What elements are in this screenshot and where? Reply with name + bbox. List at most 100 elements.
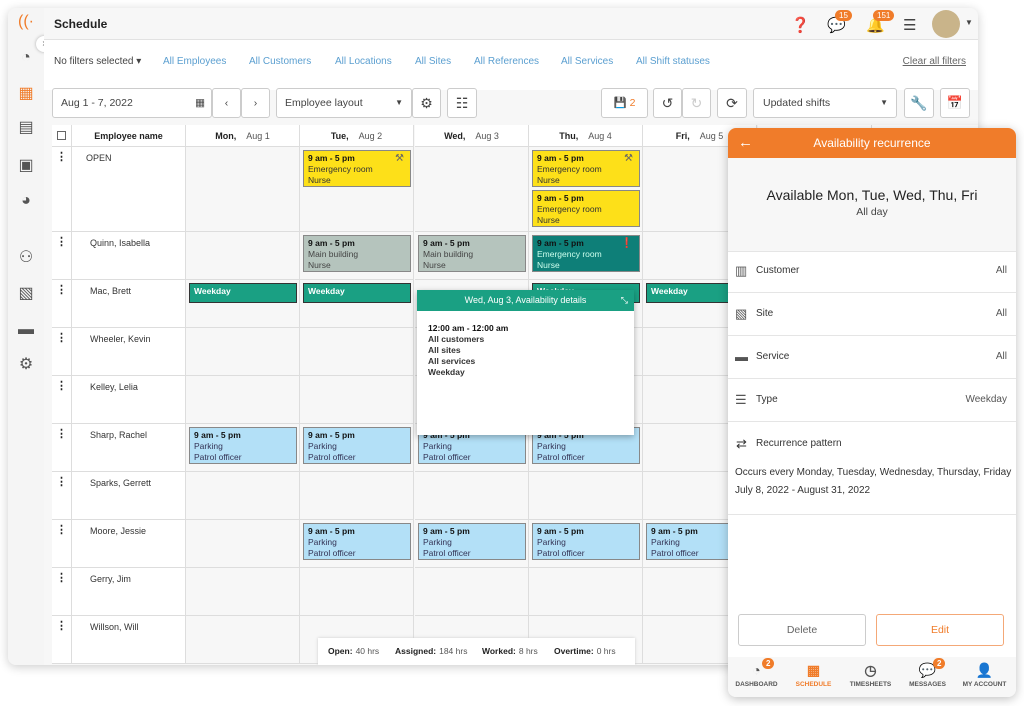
refresh-button[interactable]: ⟳ [717,88,747,118]
availability-bar[interactable]: Weekday [189,283,297,303]
view-select[interactable]: Updated shifts ▼ [753,88,897,118]
avatar[interactable] [932,10,960,38]
row-menu-button[interactable]: ⋮ [52,147,72,232]
employee-name[interactable]: Sparks, Gerrett [90,478,151,488]
nav-my-account[interactable]: 👤 MY ACCOUNT [956,661,1013,688]
row-menu-button[interactable]: ⋮ [52,232,72,280]
undo-button[interactable]: ↺ [653,88,682,118]
employee-name[interactable]: OPEN [86,153,112,163]
schedule-cell[interactable] [186,147,300,232]
employee-name[interactable]: Moore, Jessie [90,526,146,536]
nav-label: DASHBOARD [735,681,778,688]
employee-name[interactable]: Wheeler, Kevin [90,334,151,344]
next-week-button[interactable]: › [241,88,270,118]
schedule-cell[interactable] [300,328,414,376]
schedule-cell[interactable] [186,328,300,376]
filter-all-locations[interactable]: All Locations [335,56,392,67]
shift-card[interactable]: 9 am - 5 pm Main building Nurse [418,235,526,272]
filter-all-services[interactable]: All Services [561,56,613,67]
shift-card[interactable]: 9 am - 5 pm Main building Nurse [303,235,411,272]
nav-label: MY ACCOUNT [962,681,1007,688]
filter-all-shift-statuses[interactable]: All Shift statuses [636,56,710,67]
employee-name[interactable]: Quinn, Isabella [90,238,150,248]
prev-week-button[interactable]: ‹ [212,88,241,118]
schedule-grid-icon[interactable]: ▦ [16,84,36,104]
row-menu-button[interactable]: ⋮ [52,568,72,616]
schedule-cell[interactable] [415,147,529,232]
hammer-icon: ⚒ [624,153,633,164]
nav-dashboard[interactable]: ◔ DASHBOARD 2 [728,658,785,688]
users-icon[interactable]: ⚇ [16,248,36,268]
briefcase-icon[interactable]: ▬ [16,320,36,340]
calendar-edit-button[interactable]: 📅 [940,88,970,118]
settings-icon[interactable]: ⚙ [16,355,36,375]
shift-card[interactable]: 9 am - 5 pm Emergency room Nurse ⚒ [303,150,411,187]
schedule-cell[interactable] [186,472,300,520]
schedule-cell[interactable] [529,472,643,520]
employee-name[interactable]: Willson, Will [90,622,139,632]
day-name: Fri, [675,131,690,141]
shift-card[interactable]: 9 am - 5 pm Emergency room Nurse ⚒ [532,150,640,187]
shift-card[interactable]: 9 am - 5 pm Emergency room Nurse ❗ [532,235,640,272]
row-menu-button[interactable]: ⋮ [52,472,72,520]
date-range-picker[interactable]: Aug 1 - 7, 2022 ▦ [52,88,212,118]
popup-title: Wed, Aug 3, Availability details [464,295,587,305]
schedule-cell[interactable] [415,472,529,520]
filter-all-employees[interactable]: All Employees [163,56,226,67]
pie-chart-icon[interactable]: ◕ [16,191,36,211]
tools-wrench-button[interactable]: 🔧 [904,88,934,118]
layout-settings-button[interactable]: ⚙ [412,88,441,118]
menu-list-icon[interactable]: ☰ [903,16,916,34]
schedule-cell[interactable] [529,568,643,616]
shift-card[interactable]: 9 am - 5 pm Emergency room Nurse [532,190,640,227]
shift-card[interactable]: 9 am - 5 pm Parking Patrol officer [303,523,411,560]
row-menu-button[interactable]: ⋮ [52,616,72,664]
shift-card[interactable]: 9 am - 5 pm Parking Patrol officer [418,523,526,560]
clipboard-check-icon[interactable]: ▣ [16,156,36,176]
clear-filters-link[interactable]: Clear all filters [903,56,966,67]
dashboard-icon[interactable]: ◔ [16,48,36,68]
employee-name[interactable]: Sharp, Rachel [90,430,147,440]
delete-button[interactable]: Delete [738,614,866,646]
edit-button[interactable]: Edit [876,614,1004,646]
filter-preset-dropdown[interactable]: No filters selected ▾ [54,56,141,67]
shift-card[interactable]: 9 am - 5 pm Parking Patrol officer [303,427,411,464]
help-icon[interactable]: ❓ [791,16,810,34]
layout-select[interactable]: Employee layout ▼ [276,88,412,118]
schedule-cell[interactable] [300,568,414,616]
map-icon[interactable]: ▧ [16,284,36,304]
save-changes-button[interactable]: 💾 2 [601,88,648,118]
filter-all-customers[interactable]: All Customers [249,56,311,67]
nav-schedule[interactable]: ▦ SCHEDULE [785,661,842,688]
shift-card[interactable]: 9 am - 5 pm Parking Patrol officer [532,523,640,560]
schedule-cell[interactable] [186,232,300,280]
row-menu-button[interactable]: ⋮ [52,520,72,568]
nav-timesheets[interactable]: ◷ TIMESHEETS [842,661,899,688]
employee-name[interactable]: Kelley, Lelia [90,382,138,392]
employee-name[interactable]: Mac, Brett [90,286,131,296]
shift-card[interactable]: 9 am - 5 pm Parking Patrol officer [189,427,297,464]
row-menu-button[interactable]: ⋮ [52,328,72,376]
row-menu-button[interactable]: ⋮ [52,280,72,328]
adjust-filters-button[interactable]: ☷ [447,88,477,118]
row-menu-button[interactable]: ⋮ [52,376,72,424]
back-arrow-icon[interactable]: ← [738,128,753,158]
schedule-cell[interactable] [300,376,414,424]
filter-all-references[interactable]: All References [474,56,539,67]
schedule-cell[interactable] [186,568,300,616]
redo-button[interactable]: ↻ [682,88,711,118]
employee-name[interactable]: Gerry, Jim [90,574,131,584]
schedule-cell[interactable] [186,376,300,424]
filter-all-sites[interactable]: All Sites [415,56,451,67]
schedule-cell[interactable] [186,616,300,664]
schedule-cell[interactable] [415,568,529,616]
select-all-checkbox[interactable] [52,125,72,147]
collapse-icon[interactable]: ⤡ [621,290,628,311]
calendar-clock-icon[interactable]: ▤ [16,118,36,138]
schedule-cell[interactable] [186,520,300,568]
schedule-cell[interactable] [300,472,414,520]
nav-messages[interactable]: 💬 MESSAGES 2 [899,658,956,688]
availability-bar[interactable]: Weekday [303,283,411,303]
avatar-chevron-down-icon[interactable]: ▼ [965,18,973,27]
row-menu-button[interactable]: ⋮ [52,424,72,472]
